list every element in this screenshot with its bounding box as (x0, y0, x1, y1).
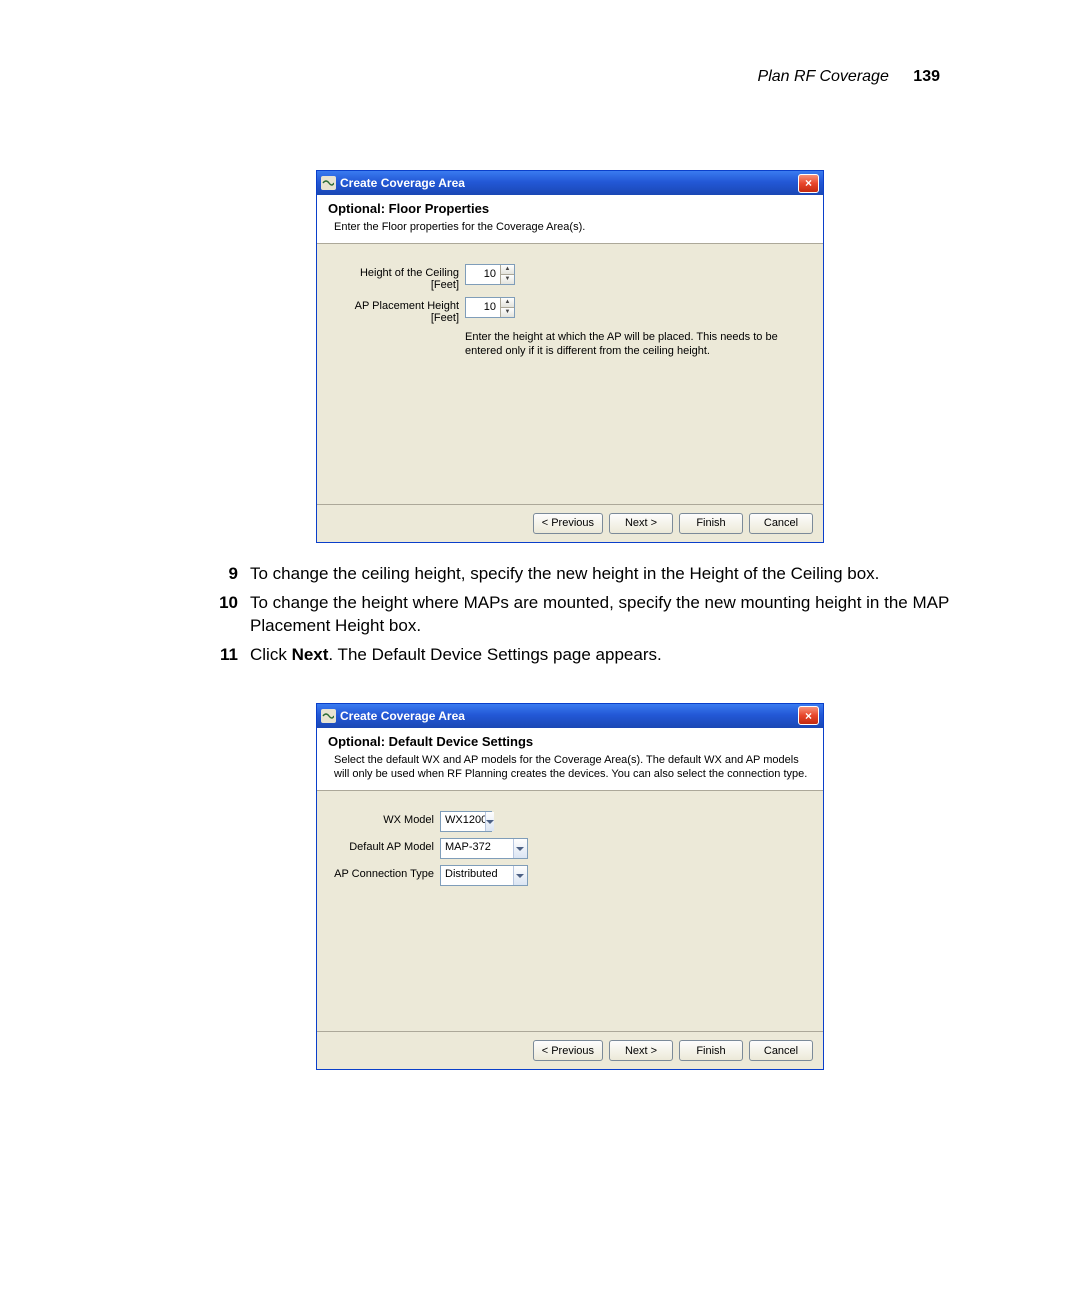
input-ceiling-height[interactable] (466, 265, 500, 284)
step-number: 10 (180, 592, 250, 615)
select-ap-model[interactable]: MAP-372 (440, 838, 528, 859)
row-ap-height: AP Placement Height [Feet] ▲ ▼ (329, 297, 811, 324)
previous-button[interactable]: < Previous (533, 1040, 603, 1061)
spin-down-icon[interactable]: ▼ (501, 275, 514, 284)
select-connection-type[interactable]: Distributed (440, 865, 528, 886)
dialog-heading: Optional: Floor Properties (328, 201, 812, 216)
spinner-buttons: ▲ ▼ (500, 298, 514, 317)
dropdown-button[interactable] (513, 839, 527, 858)
dropdown-button[interactable] (513, 866, 527, 885)
spin-up-icon[interactable]: ▲ (501, 265, 514, 275)
dropdown-button[interactable] (485, 812, 494, 831)
row-wx-model: WX Model WX1200 (329, 811, 811, 832)
cancel-button[interactable]: Cancel (749, 1040, 813, 1061)
button-bar: < Previous Next > Finish Cancel (317, 1031, 823, 1069)
titlebar-left: Create Coverage Area (321, 176, 465, 190)
button-bar: < Previous Next > Finish Cancel (317, 504, 823, 542)
app-icon (321, 709, 336, 723)
dialog-header-panel: Optional: Default Device Settings Select… (317, 728, 823, 792)
select-value: MAP-372 (441, 839, 513, 858)
page-number: 139 (913, 68, 940, 85)
label-wx-model: WX Model (329, 811, 440, 826)
running-header: Plan RF Coverage 139 (758, 68, 940, 86)
input-ap-height[interactable] (466, 298, 500, 317)
finish-button[interactable]: Finish (679, 513, 743, 534)
next-button[interactable]: Next > (609, 513, 673, 534)
instruction-10: 10 To change the height where MAPs are m… (180, 592, 960, 638)
label-ap-model: Default AP Model (329, 838, 440, 853)
row-ap-model: Default AP Model MAP-372 (329, 838, 811, 859)
select-value: WX1200 (441, 812, 485, 831)
document-page: Plan RF Coverage 139 Create Coverage Are… (0, 0, 1080, 1296)
spinner-ceiling-height[interactable]: ▲ ▼ (465, 264, 515, 285)
spinner-ap-height[interactable]: ▲ ▼ (465, 297, 515, 318)
window-title: Create Coverage Area (340, 709, 465, 723)
select-value: Distributed (441, 866, 513, 885)
finish-button[interactable]: Finish (679, 1040, 743, 1061)
close-icon: × (805, 177, 812, 189)
next-button[interactable]: Next > (609, 1040, 673, 1061)
step-text-post: . The Default Device Settings page appea… (328, 645, 661, 664)
close-button[interactable]: × (798, 706, 819, 725)
label-connection-type: AP Connection Type (329, 865, 440, 880)
step-text: Click Next. The Default Device Settings … (250, 644, 960, 667)
dialog-subheading: Enter the Floor properties for the Cover… (334, 220, 812, 235)
previous-button[interactable]: < Previous (533, 513, 603, 534)
section-title: Plan RF Coverage (758, 68, 889, 85)
help-text-ap-height: Enter the height at which the AP will be… (465, 330, 811, 359)
chevron-down-icon (516, 847, 524, 851)
step-text-bold: Next (292, 645, 329, 664)
row-ceiling-height: Height of the Ceiling [Feet] ▲ ▼ (329, 264, 811, 291)
titlebar-left: Create Coverage Area (321, 709, 465, 723)
step-text-pre: Click (250, 645, 292, 664)
spin-down-icon[interactable]: ▼ (501, 308, 514, 317)
label-ap-height: AP Placement Height [Feet] (329, 297, 465, 324)
dialog-subheading: Select the default WX and AP models for … (334, 753, 812, 783)
spinner-buttons: ▲ ▼ (500, 265, 514, 284)
close-icon: × (805, 710, 812, 722)
dialog-default-device-settings: Create Coverage Area × Optional: Default… (316, 703, 824, 1071)
label-ceiling-height: Height of the Ceiling [Feet] (329, 264, 465, 291)
dialog-body: WX Model WX1200 Default AP Model MAP-372… (317, 791, 823, 1031)
chevron-down-icon (486, 820, 494, 824)
instruction-list: 9 To change the ceiling height, specify … (180, 563, 960, 667)
titlebar[interactable]: Create Coverage Area × (317, 171, 823, 195)
step-text: To change the height where MAPs are moun… (250, 592, 960, 638)
instruction-9: 9 To change the ceiling height, specify … (180, 563, 960, 586)
app-icon (321, 176, 336, 190)
chevron-down-icon (516, 874, 524, 878)
step-text: To change the ceiling height, specify th… (250, 563, 960, 586)
step-number: 9 (180, 563, 250, 586)
step-number: 11 (180, 644, 250, 667)
dialog-body: Height of the Ceiling [Feet] ▲ ▼ AP Plac… (317, 244, 823, 504)
titlebar[interactable]: Create Coverage Area × (317, 704, 823, 728)
spin-up-icon[interactable]: ▲ (501, 298, 514, 308)
row-connection-type: AP Connection Type Distributed (329, 865, 811, 886)
instruction-11: 11 Click Next. The Default Device Settin… (180, 644, 960, 667)
dialog-header-panel: Optional: Floor Properties Enter the Flo… (317, 195, 823, 244)
window-title: Create Coverage Area (340, 176, 465, 190)
cancel-button[interactable]: Cancel (749, 513, 813, 534)
dialog-heading: Optional: Default Device Settings (328, 734, 812, 749)
select-wx-model[interactable]: WX1200 (440, 811, 492, 832)
close-button[interactable]: × (798, 174, 819, 193)
dialog-floor-properties: Create Coverage Area × Optional: Floor P… (316, 170, 824, 543)
